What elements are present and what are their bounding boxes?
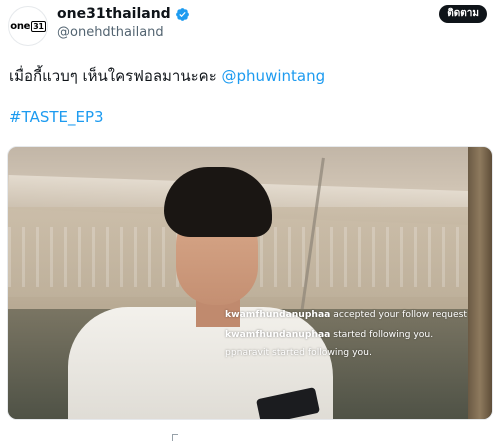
notification-text: accepted your follow request xyxy=(330,309,468,320)
verified-badge-icon xyxy=(175,7,189,21)
mention-link[interactable]: @phuwintang xyxy=(222,67,326,85)
notification-line: kwamfhundanuphaa accepted your follow re… xyxy=(225,309,467,321)
person-hair xyxy=(164,167,272,237)
person-figure xyxy=(68,167,338,419)
avatar-badge: 31 xyxy=(31,20,46,32)
tweet-media-image[interactable]: kwamfhundanuphaa accepted your follow re… xyxy=(7,146,493,420)
hashtag-link[interactable]: #TASTE_EP3 xyxy=(9,107,104,127)
notification-text: started following you. xyxy=(330,329,434,340)
notification-line: kwamfhundanuphaa started following you. xyxy=(225,329,433,341)
avatar-text: one xyxy=(10,20,31,32)
author-block: one31thailand @onehdthailand xyxy=(57,4,190,42)
cropped-icon xyxy=(172,434,178,441)
tweet-text: เมื่อกี้แวบๆ เห็นใครฟอลมานะคะ @phuwintan… xyxy=(9,66,325,86)
author-handle[interactable]: @onehdthailand xyxy=(57,24,190,42)
notification-user: kwamfhundanuphaa xyxy=(225,329,331,340)
author-avatar[interactable]: one 31 xyxy=(8,6,48,46)
author-display-name[interactable]: one31thailand xyxy=(57,6,171,22)
foreground-pillar xyxy=(468,147,492,419)
notification-user: kwamfhundanuphaa xyxy=(225,309,331,320)
follow-button[interactable]: ติดตาม xyxy=(439,5,487,23)
notification-line: ppnaravit started following you. xyxy=(225,347,372,359)
tweet-body: เมื่อกี้แวบๆ เห็นใครฟอลมานะคะ xyxy=(9,67,222,85)
notification-text: ppnaravit started following you. xyxy=(225,347,372,358)
author-name-row: one31thailand xyxy=(57,4,190,24)
